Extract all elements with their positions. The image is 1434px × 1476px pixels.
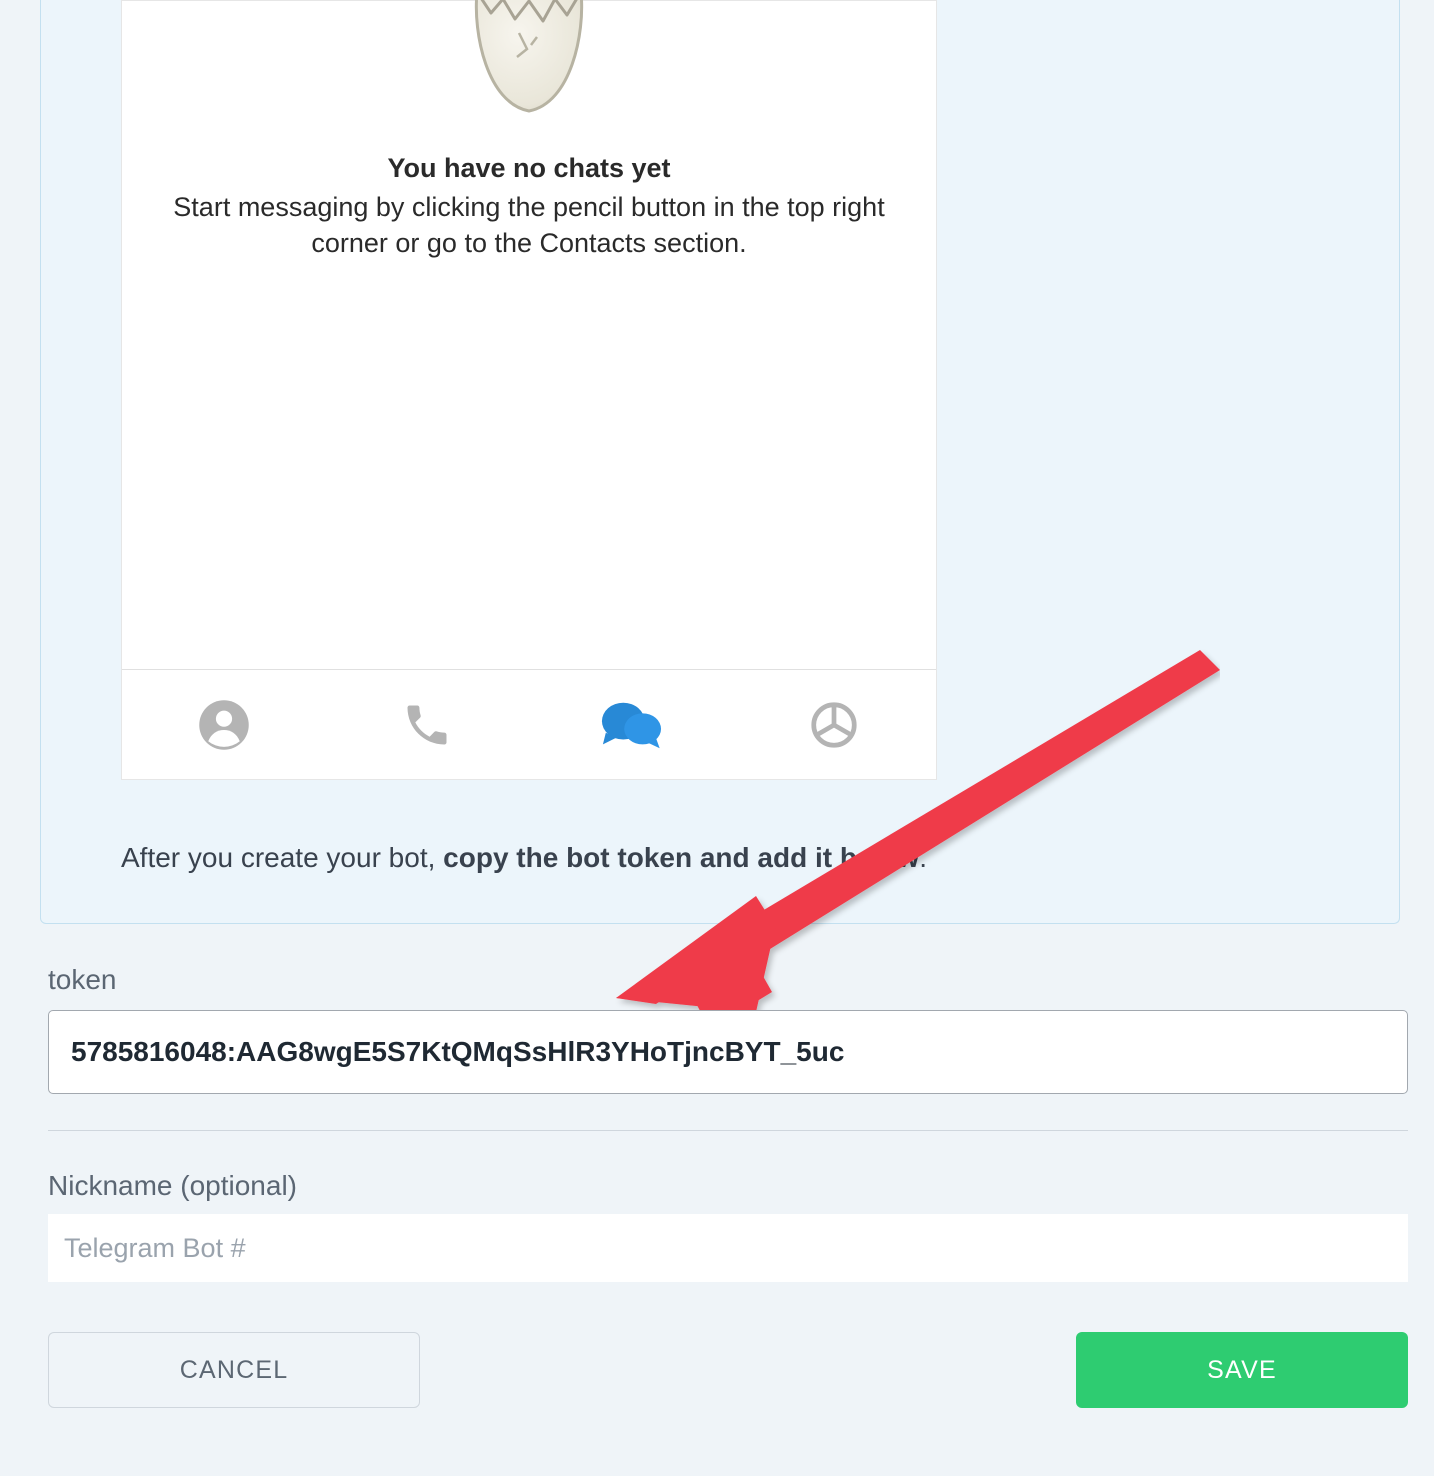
tab-settings[interactable] <box>733 670 937 779</box>
save-button[interactable]: SAVE <box>1076 1332 1408 1408</box>
instruction-prefix: After you create your bot, <box>121 842 443 873</box>
instruction-panel: You have no chats yet Start messaging by… <box>40 0 1400 924</box>
tab-chats[interactable] <box>529 670 733 779</box>
app-preview: You have no chats yet Start messaging by… <box>121 0 937 780</box>
section-divider <box>48 1130 1408 1131</box>
instruction-text: After you create your bot, copy the bot … <box>121 842 927 874</box>
hatching-egg-icon <box>459 0 599 123</box>
empty-state-subtitle: Start messaging by clicking the pencil b… <box>169 190 889 261</box>
token-label: token <box>48 964 117 996</box>
tab-bar <box>122 669 936 779</box>
tab-calls[interactable] <box>326 670 530 779</box>
phone-icon <box>401 699 453 751</box>
nickname-input[interactable] <box>48 1214 1408 1282</box>
empty-state-title: You have no chats yet <box>387 153 670 184</box>
token-input[interactable] <box>48 1010 1408 1094</box>
person-icon <box>197 698 251 752</box>
chats-icon <box>600 699 662 751</box>
tab-contacts[interactable] <box>122 670 326 779</box>
instruction-suffix: . <box>919 842 927 873</box>
gear-icon <box>807 698 861 752</box>
nickname-label: Nickname (optional) <box>48 1170 297 1202</box>
instruction-emphasis: copy the bot token and add it below <box>443 842 919 873</box>
empty-chats-state: You have no chats yet Start messaging by… <box>122 1 936 669</box>
cancel-button[interactable]: CANCEL <box>48 1332 420 1408</box>
